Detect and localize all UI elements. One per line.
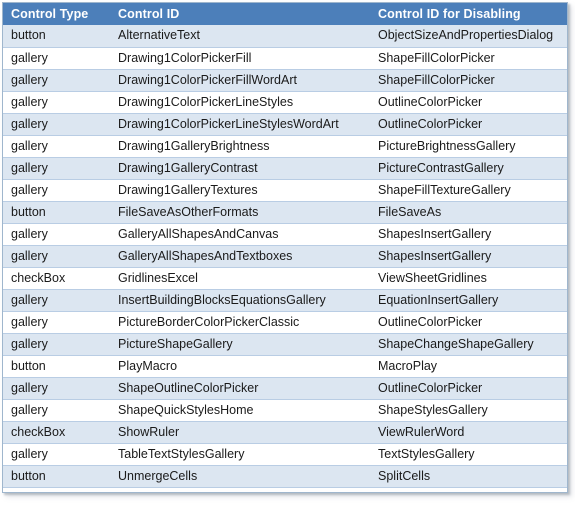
cell-control_id_disabling[interactable]: SplitCells (370, 464, 567, 488)
table-row[interactable]: gallery Drawing1GalleryContrast PictureCon… (3, 156, 567, 180)
cell-control_id_disabling[interactable]: PictureContrastGallery (370, 156, 567, 180)
table-row[interactable]: gallery Drawing1ColorPickerFillWordArt Sha… (3, 68, 567, 92)
cell-control_id[interactable]: PictureShapeGallery (110, 332, 370, 356)
cell-control_type[interactable]: gallery (3, 376, 110, 400)
cell-control_type[interactable]: gallery (3, 222, 110, 246)
cell-control_id_disabling[interactable]: ViewRulerWord (370, 420, 567, 444)
cell-control_id[interactable]: ShapeOutlineColorPicker (110, 376, 370, 400)
table-row[interactable]: checkBoxViewGridlinesViewGridlinesPowerP… (3, 486, 567, 492)
cell-control_id[interactable]: Drawing1ColorPickerLineStyles (110, 90, 370, 114)
column-header-control-id-for-disabling[interactable]: Control ID for Disabling (370, 3, 567, 25)
table-row[interactable]: gallery Drawing1GalleryTextures ShapeFillT… (3, 178, 567, 202)
table-row[interactable]: checkBox ShowRuler ViewRulerWord (3, 420, 567, 444)
cell-control_id[interactable]: Drawing1ColorPickerFillWordArt (110, 68, 370, 92)
cell-control_id_disabling[interactable]: ViewSheetGridlines (370, 266, 567, 290)
cell-control_id_disabling[interactable]: MacroPlay (370, 354, 567, 378)
cell-control_id_disabling[interactable]: ShapeFillColorPicker (370, 68, 567, 92)
cell-control_type[interactable]: gallery (3, 46, 110, 70)
cell-control_id[interactable]: GridlinesExcel (110, 266, 370, 290)
cell-control_id[interactable]: Drawing1GalleryTextures (110, 178, 370, 202)
cell-control_id_disabling[interactable]: OutlineColorPicker (370, 112, 567, 136)
cell-control_type[interactable]: button (3, 200, 110, 224)
cell-control_id[interactable]: GalleryAllShapesAndTextboxes (110, 244, 370, 268)
cell-control_id_disabling[interactable]: FileSaveAs (370, 200, 567, 224)
cell-control_id_disabling[interactable]: ShapesInsertGallery (370, 222, 567, 246)
cell-control_id_disabling[interactable]: ShapeChangeShapeGallery (370, 332, 567, 356)
table-row[interactable]: button AlternativeText ObjectSizeAndProper… (3, 25, 567, 48)
cell-control_type[interactable]: gallery (3, 68, 110, 92)
cell-control_id[interactable]: PictureBorderColorPickerClassic (110, 310, 370, 334)
cell-control_id[interactable]: ShapeQuickStylesHome (110, 398, 370, 422)
cell-control_type[interactable]: gallery (3, 442, 110, 466)
cell-control_type[interactable]: checkBox (3, 486, 110, 492)
cell-control_id[interactable]: ShowRuler (110, 420, 370, 444)
cell-control_id[interactable]: GalleryAllShapesAndCanvas (110, 222, 370, 246)
table-header-row: Control Type Control ID Control ID for D… (3, 3, 567, 25)
table-row[interactable]: gallery PictureBorderColorPickerClassic Ou… (3, 310, 567, 334)
table-row[interactable]: gallery TableTextStylesGallery TextStylesG… (3, 442, 567, 466)
cell-control_id_disabling[interactable]: OutlineColorPicker (370, 90, 567, 114)
table-row[interactable]: gallery ShapeQuickStylesHome ShapeStylesGa… (3, 398, 567, 422)
cell-control_type[interactable]: gallery (3, 398, 110, 422)
cell-control_id_disabling[interactable]: ObjectSizeAndPropertiesDialog (370, 25, 567, 48)
cell-control_type[interactable]: button (3, 464, 110, 488)
table-row[interactable]: gallery Drawing1ColorPickerLineStylesWord… (3, 112, 567, 136)
table-row[interactable]: gallery Drawing1GalleryBrightness PictureB… (3, 134, 567, 158)
table-row[interactable]: gallery ShapeOutlineColorPicker OutlineCol… (3, 376, 567, 400)
cell-control_id[interactable]: FileSaveAsOtherFormats (110, 200, 370, 224)
cell-control_type[interactable]: button (3, 25, 110, 48)
cell-control_id_disabling[interactable]: TextStylesGallery (370, 442, 567, 466)
table-row[interactable]: gallery InsertBuildingBlocksEquationsGall… (3, 288, 567, 312)
cell-control_id_disabling[interactable]: ShapeFillColorPicker (370, 46, 567, 70)
table-row[interactable]: button PlayMacro MacroPlay (3, 354, 567, 378)
cell-control_type[interactable]: gallery (3, 156, 110, 180)
cell-control_id[interactable]: Drawing1GalleryContrast (110, 156, 370, 180)
cell-control_type[interactable]: gallery (3, 332, 110, 356)
table-body: button AlternativeText ObjectSizeAndProper… (3, 25, 567, 492)
cell-control_id_disabling[interactable]: ShapeFillTextureGallery (370, 178, 567, 202)
column-header-control-type[interactable]: Control Type (3, 3, 110, 25)
table-row[interactable]: gallery Drawing1ColorPickerFill ShapeFillC… (3, 46, 567, 70)
cell-control_id[interactable]: UnmergeCells (110, 464, 370, 488)
cell-control_type[interactable]: button (3, 354, 110, 378)
cell-control_id_disabling[interactable]: ShapeStylesGallery (370, 398, 567, 422)
table-row[interactable]: checkBox GridlinesExcel ViewSheetGridlines (3, 266, 567, 290)
cell-control_type[interactable]: checkBox (3, 266, 110, 290)
cell-control_id[interactable]: Drawing1ColorPickerFill (110, 46, 370, 70)
control-mapping-table: Control Type Control ID Control ID for D… (3, 3, 567, 492)
control-mapping-table-frame: Control Type Control ID Control ID for D… (2, 2, 568, 493)
cell-control_id[interactable]: InsertBuildingBlocksEquationsGallery (110, 288, 370, 312)
cell-control_id[interactable]: Drawing1GalleryBrightness (110, 134, 370, 158)
cell-control_type[interactable]: checkBox (3, 420, 110, 444)
cell-control_id_disabling[interactable]: ShapesInsertGallery (370, 244, 567, 268)
column-header-control-id[interactable]: Control ID (110, 3, 370, 25)
cell-control_id_disabling[interactable]: EquationInsertGallery (370, 288, 567, 312)
cell-control_type[interactable]: gallery (3, 90, 110, 114)
cell-control_id[interactable]: Drawing1ColorPickerLineStylesWordArt (110, 112, 370, 136)
cell-control_id_disabling[interactable]: PictureBrightnessGallery (370, 134, 567, 158)
cell-control_id[interactable]: PlayMacro (110, 354, 370, 378)
table-header: Control Type Control ID Control ID for D… (3, 3, 567, 25)
cell-control_type[interactable]: gallery (3, 310, 110, 334)
table-row[interactable]: button UnmergeCells SplitCells (3, 464, 567, 488)
table-row[interactable]: gallery Drawing1ColorPickerLineStyles Outl… (3, 90, 567, 114)
cell-control_id_disabling[interactable]: OutlineColorPicker (370, 376, 567, 400)
table-row[interactable]: button FileSaveAsOtherFormats FileSaveAs (3, 200, 567, 224)
cell-control_type[interactable]: gallery (3, 112, 110, 136)
cell-control_id[interactable]: ViewGridlines (110, 486, 370, 492)
table-row[interactable]: gallery GalleryAllShapesAndCanvas ShapesIn… (3, 222, 567, 246)
cell-control_id[interactable]: AlternativeText (110, 25, 370, 48)
table-row[interactable]: gallery GalleryAllShapesAndTextboxes Shape… (3, 244, 567, 268)
cell-control_type[interactable]: gallery (3, 134, 110, 158)
cell-control_id_disabling[interactable]: OutlineColorPicker (370, 310, 567, 334)
table-row[interactable]: gallery PictureShapeGallery ShapeChangeSha… (3, 332, 567, 356)
cell-control_type[interactable]: gallery (3, 288, 110, 312)
cell-control_id[interactable]: TableTextStylesGallery (110, 442, 370, 466)
cell-control_type[interactable]: gallery (3, 178, 110, 202)
cell-control_type[interactable]: gallery (3, 244, 110, 268)
screenshot-root: Control Type Control ID Control ID for D… (0, 0, 575, 512)
cell-control_id_disabling[interactable]: ViewGridlinesPowerPoint (370, 486, 567, 492)
